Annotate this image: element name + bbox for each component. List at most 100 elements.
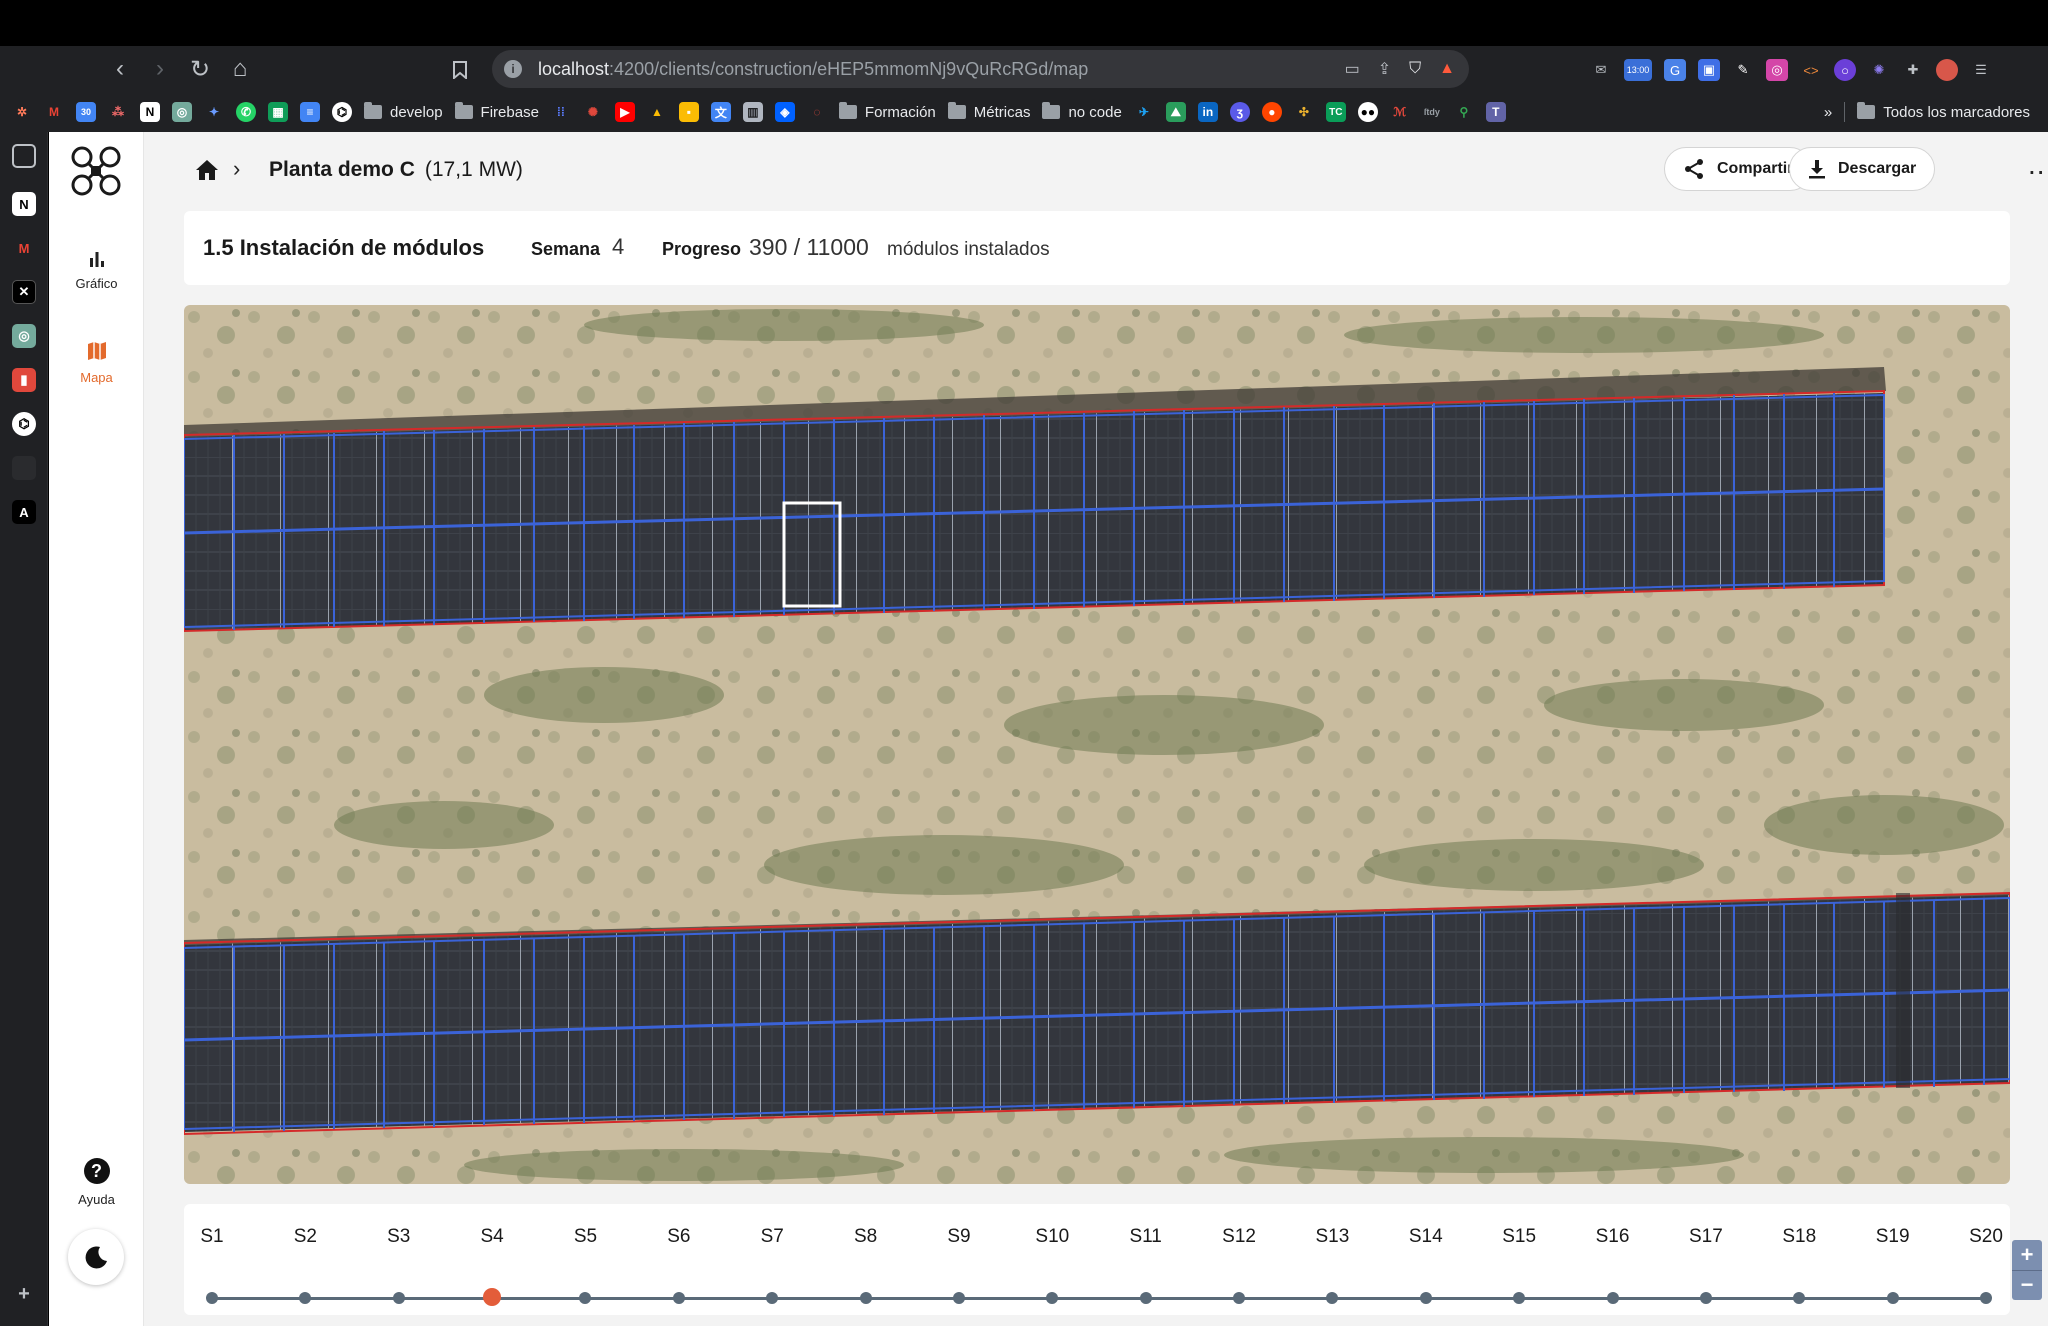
- timeline-dot[interactable]: [206, 1292, 218, 1304]
- calendar-icon[interactable]: 30: [76, 102, 96, 122]
- gear-ext-icon[interactable]: ✺: [1868, 59, 1890, 81]
- tc-icon[interactable]: TC: [1325, 102, 1346, 122]
- hubspot-icon[interactable]: ✲: [12, 102, 32, 122]
- calendar-ext-icon[interactable]: 13:00: [1624, 59, 1652, 81]
- timeline-dot[interactable]: [1980, 1292, 1992, 1304]
- maps-ext-icon[interactable]: ⛰: [1165, 102, 1186, 122]
- timeline-dot[interactable]: [952, 1292, 965, 1304]
- youtube-icon[interactable]: ▶: [614, 102, 635, 122]
- brave-rewards-icon[interactable]: ▲: [1439, 60, 1455, 78]
- map-view[interactable]: [184, 305, 2010, 1184]
- timeline-dot[interactable]: [1139, 1292, 1152, 1304]
- github-side-icon[interactable]: ⌬: [12, 412, 36, 436]
- twitter-icon[interactable]: ✈: [1134, 102, 1154, 122]
- timeline-dot[interactable]: [299, 1292, 312, 1304]
- share-page-icon[interactable]: ⇪: [1378, 59, 1391, 79]
- slack-icon[interactable]: ✣: [1294, 102, 1314, 122]
- more-options-button[interactable]: ...: [2028, 151, 2048, 179]
- linkedin-icon[interactable]: in: [1197, 102, 1218, 122]
- eyedropper-icon[interactable]: ✎: [1732, 59, 1754, 81]
- timeline-dot[interactable]: [1233, 1292, 1246, 1304]
- cast-icon[interactable]: ▭: [1345, 59, 1360, 79]
- zoom-out-button[interactable]: −: [2012, 1271, 2042, 1301]
- back-icon[interactable]: ‹: [100, 49, 140, 89]
- chatgpt-side-icon[interactable]: ◎: [12, 324, 36, 348]
- bookmark-star-icon[interactable]: [447, 56, 473, 84]
- timeline-current-marker[interactable]: [483, 1288, 502, 1306]
- spiral-icon[interactable]: ◌: [807, 102, 827, 122]
- bookmark-folder-firebase[interactable]: Firebase: [454, 102, 539, 121]
- timeline-dot[interactable]: [672, 1292, 685, 1304]
- reddit-icon[interactable]: ●: [1261, 102, 1282, 122]
- puzzle-icon[interactable]: ✚: [1902, 59, 1924, 81]
- translate-bm-icon[interactable]: 文: [710, 102, 731, 122]
- notion-side-icon[interactable]: N: [12, 192, 36, 216]
- bookmarks-more-button[interactable]: »: [1824, 104, 1832, 121]
- timeline-dot[interactable]: [579, 1292, 592, 1304]
- blank-side-icon[interactable]: [12, 456, 36, 480]
- timeline-dot[interactable]: [859, 1292, 872, 1304]
- whatsapp-icon[interactable]: ✆: [236, 102, 256, 122]
- bookmark-folder-metricas[interactable]: Métricas: [947, 102, 1030, 121]
- gmail-icon[interactable]: M: [44, 102, 64, 122]
- dropbox-icon[interactable]: ◈: [774, 102, 795, 122]
- drone-logo-icon[interactable]: [69, 144, 123, 198]
- gmail-side-icon[interactable]: M: [12, 236, 36, 260]
- nav-chart[interactable]: Gráfico: [49, 250, 144, 291]
- bookmark-folder-no-code[interactable]: no code: [1042, 102, 1122, 121]
- zoom-in-button[interactable]: +: [2012, 1240, 2042, 1271]
- cluster-icon[interactable]: ✺: [583, 102, 603, 122]
- address-bar[interactable]: i localhost:4200/clients/construction/eH…: [492, 50, 1469, 88]
- google-maps-icon[interactable]: ⚲: [1454, 102, 1474, 122]
- reload-icon[interactable]: ↻: [180, 49, 220, 89]
- m-app-icon[interactable]: ℳ: [1390, 102, 1410, 122]
- shortcut-icon[interactable]: ʒ: [1229, 102, 1250, 122]
- timeline-dot[interactable]: [1513, 1292, 1526, 1304]
- bookmark-folder-formacion[interactable]: Formación: [838, 102, 936, 121]
- timeline-dot[interactable]: [1606, 1292, 1619, 1304]
- timeline-dot[interactable]: [1793, 1292, 1806, 1304]
- todoist-side-icon[interactable]: ▮: [12, 368, 36, 392]
- medium-icon[interactable]: ●●: [1357, 102, 1378, 122]
- download-button[interactable]: Descargar: [1789, 147, 1936, 191]
- nav-map[interactable]: Mapa: [49, 340, 144, 385]
- color-ext-icon[interactable]: ◎: [1766, 59, 1788, 81]
- add-side-icon[interactable]: +: [12, 1282, 36, 1306]
- timeline-dot[interactable]: [1699, 1292, 1712, 1304]
- home-icon[interactable]: [195, 159, 219, 181]
- forward-icon[interactable]: ›: [140, 49, 180, 89]
- gemini-icon[interactable]: ✦: [204, 102, 224, 122]
- chatgpt-icon[interactable]: ◎: [172, 102, 192, 122]
- nav-help[interactable]: ? Ayuda: [49, 1158, 144, 1207]
- timeline-dot[interactable]: [392, 1292, 405, 1304]
- bookmark-folder-develop[interactable]: develop: [364, 102, 443, 121]
- x-side-icon[interactable]: ✕: [12, 280, 36, 304]
- github-icon[interactable]: ⌬: [332, 102, 352, 122]
- code-ext-icon[interactable]: <>: [1800, 59, 1822, 81]
- timeline-dot[interactable]: [1326, 1292, 1339, 1304]
- menu-icon[interactable]: ☰: [1970, 59, 1992, 81]
- dark-mode-toggle[interactable]: [68, 1229, 124, 1285]
- teams-icon[interactable]: T: [1485, 102, 1506, 122]
- timeline-dot[interactable]: [1419, 1292, 1432, 1304]
- sidebar-toggle-icon[interactable]: [12, 144, 36, 168]
- brave-shield-icon[interactable]: ⛉: [1409, 60, 1421, 78]
- keep-icon[interactable]: ▪: [678, 102, 699, 122]
- timeline-dot[interactable]: [1886, 1292, 1899, 1304]
- tab-ext-icon[interactable]: ▣: [1698, 59, 1720, 81]
- translate-icon[interactable]: G: [1664, 59, 1686, 81]
- notion-icon[interactable]: N: [140, 102, 160, 122]
- sheets-icon[interactable]: ▦: [268, 102, 288, 122]
- home-browser-icon[interactable]: ⌂: [220, 49, 260, 89]
- asana-icon[interactable]: ⁂: [108, 102, 128, 122]
- profile-avatar[interactable]: [1936, 59, 1958, 81]
- timeline-dot[interactable]: [766, 1292, 779, 1304]
- study-icon[interactable]: ſtdy: [1422, 102, 1442, 122]
- docs-icon[interactable]: ≡: [300, 102, 320, 122]
- all-bookmarks-folder[interactable]: Todos los marcadores: [1857, 102, 2030, 121]
- timeline-dot[interactable]: [1046, 1292, 1059, 1304]
- mail-icon[interactable]: ✉: [1590, 59, 1612, 81]
- arc-side-icon[interactable]: A: [12, 500, 36, 524]
- grid-app-icon[interactable]: ⁞⁞: [551, 102, 571, 122]
- drive-icon[interactable]: ▲: [647, 102, 667, 122]
